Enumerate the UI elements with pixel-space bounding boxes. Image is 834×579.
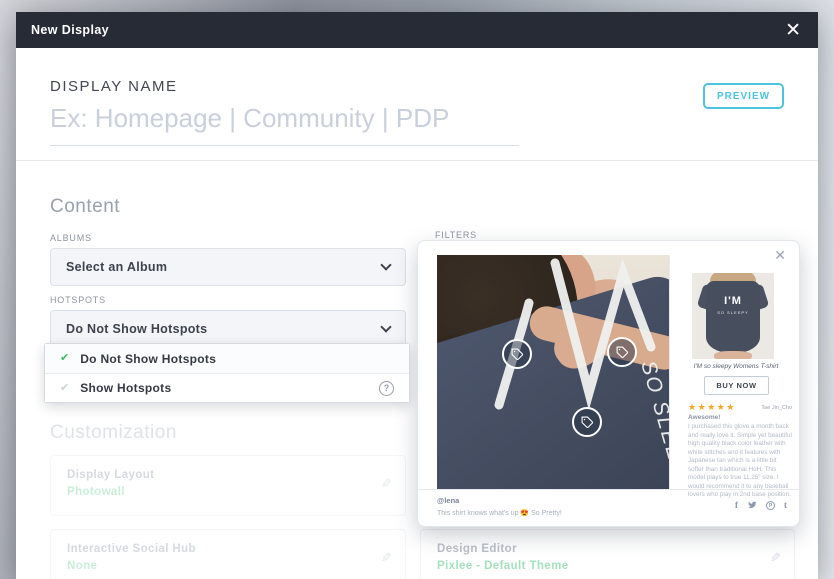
popup-footer: @lena This shirt knows what's up 😍 So Pr…: [418, 489, 801, 527]
product-image: I'M SO SLEEPY: [692, 273, 774, 359]
display-layout-card[interactable]: Display Layout Photowall ✎: [50, 455, 406, 516]
modal-title: New Display: [31, 23, 109, 37]
menu-option-show-hotspots[interactable]: ✔ Show Hotspots ?: [45, 373, 409, 402]
hotspot-tag-icon[interactable]: [607, 337, 637, 367]
facebook-icon[interactable]: f: [735, 501, 738, 510]
chevron-down-icon: [380, 321, 391, 332]
pinterest-icon[interactable]: p: [766, 501, 775, 510]
menu-option-do-not-show-hotspots[interactable]: ✔ Do Not Show Hotspots: [45, 344, 409, 373]
check-icon: ✔: [60, 383, 69, 394]
help-icon[interactable]: ?: [379, 381, 394, 396]
reviewer-name: Tae Jin_Cho: [761, 405, 792, 411]
preview-popup: SO SLEEPY ✕: [417, 240, 800, 527]
review-title: Awesome!: [688, 414, 720, 421]
product-panel: I'M SO SLEEPY I'M so sleepy Womens T-shi…: [669, 255, 801, 489]
display-name-input[interactable]: [50, 98, 519, 146]
display-name-label: DISPLAY NAME: [50, 78, 177, 95]
albums-select[interactable]: Select an Album: [50, 248, 406, 286]
section-divider: [16, 160, 818, 161]
popup-close-icon[interactable]: ✕: [774, 247, 786, 264]
hotspots-label: HOTSPOTS: [50, 295, 106, 305]
tumblr-icon[interactable]: t: [784, 501, 787, 510]
filters-label: FILTERS: [435, 230, 477, 240]
new-display-modal: New Display ✕ DISPLAY NAME PREVIEW Conte…: [16, 12, 818, 579]
albums-label: ALBUMS: [50, 233, 92, 243]
design-editor-card[interactable]: Design Editor Pixlee - Default Theme ✎: [420, 529, 795, 579]
preview-button[interactable]: PREVIEW: [703, 83, 784, 109]
hotspots-dropdown-menu: ✔ Do Not Show Hotspots ✔ Show Hotspots ?: [44, 343, 410, 403]
edit-pencil-icon[interactable]: ✎: [381, 476, 392, 492]
rating-stars-icon: ★★★★★: [688, 402, 736, 413]
twitter-icon[interactable]: [747, 500, 757, 511]
svg-text:SO SLEEPY: SO SLEEPY: [636, 358, 669, 489]
ugc-photo: SO SLEEPY: [437, 255, 669, 489]
interactive-social-hub-card[interactable]: Interactive Social Hub None ✎: [50, 529, 406, 579]
edit-pencil-icon[interactable]: ✎: [381, 550, 392, 566]
edit-pencil-icon[interactable]: ✎: [770, 550, 781, 566]
chevron-down-icon: [380, 259, 391, 270]
customization-heading: Customization: [50, 422, 177, 444]
hotspot-tag-icon[interactable]: [572, 407, 602, 437]
hotspot-tag-icon[interactable]: [502, 339, 532, 369]
content-heading: Content: [50, 196, 120, 218]
product-name: I'M so sleepy Womens T-shirt: [670, 363, 802, 370]
albums-select-value: Select an Album: [66, 260, 167, 274]
shirt-graphic: SO SLEEPY: [437, 255, 669, 489]
hotspots-select-value: Do Not Show Hotspots: [66, 322, 207, 336]
modal-header: New Display ✕: [16, 12, 818, 48]
close-icon[interactable]: ✕: [783, 21, 803, 40]
buy-now-button[interactable]: BUY NOW: [704, 376, 769, 395]
check-icon: ✔: [60, 353, 69, 364]
